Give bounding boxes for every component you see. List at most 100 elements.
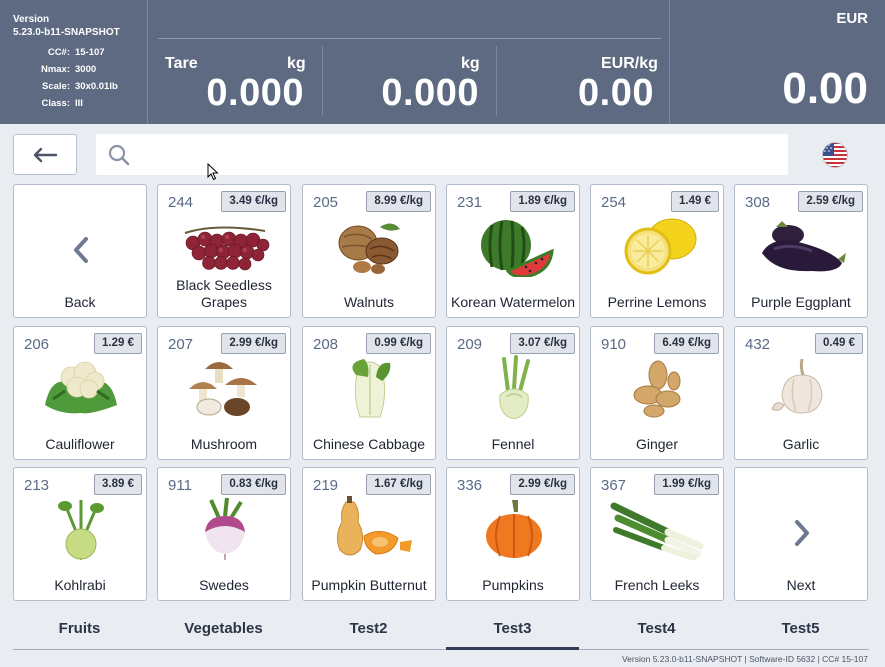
- footer-version: Version 5.23.0-b11-SNAPSHOT | Software-I…: [621, 654, 868, 664]
- product-tile-garlic[interactable]: 432 0.49 € Garlic: [734, 326, 868, 460]
- tab-test5[interactable]: Test5: [734, 620, 867, 650]
- price-badge: 1.67 €/kg: [366, 474, 431, 495]
- product-tile-kohlrabi[interactable]: 213 3.89 € Kohlrabi: [13, 467, 147, 601]
- product-name: Mushroom: [190, 435, 258, 452]
- product-name: Pumpkins: [482, 576, 544, 593]
- tile-label: Back: [64, 293, 96, 310]
- price-badge: 2.99 €/kg: [510, 474, 575, 495]
- arrow-left-icon: [33, 147, 58, 162]
- mushroom-icon: [189, 362, 257, 416]
- plu-number: 432: [745, 336, 771, 353]
- fennel-icon: [499, 355, 530, 419]
- product-name: Garlic: [782, 435, 820, 452]
- plu-number: 209: [457, 336, 483, 353]
- header-divider: [158, 38, 661, 39]
- plu-number: 205: [313, 194, 339, 211]
- product-name: Swedes: [199, 576, 249, 593]
- price-badge: 0.49 €: [815, 333, 863, 354]
- product-name: Chinese Cabbage: [312, 435, 426, 452]
- unit-price-label: EUR/kg: [601, 55, 658, 72]
- price-badge: 1.89 €/kg: [510, 191, 575, 212]
- category-tabs: Fruits Vegetables Test2 Test3 Test4 Test…: [13, 620, 869, 648]
- plu-number: 208: [313, 336, 339, 353]
- unit-price-value: 0.00: [578, 72, 654, 114]
- plu-number: 910: [601, 336, 627, 353]
- leek-icon: [610, 502, 704, 560]
- product-tile-cauliflower[interactable]: 206 1.29 € Cauliflower: [13, 326, 147, 460]
- tab-test4[interactable]: Test4: [590, 620, 723, 650]
- product-tile-mushroom[interactable]: 207 2.99 €/kg Mushroom: [157, 326, 291, 460]
- price-badge: 3.07 €/kg: [510, 333, 575, 354]
- product-tile-fennel[interactable]: 209 3.07 €/kg Fennel: [446, 326, 580, 460]
- version-value: 5.23.0-b11-SNAPSHOT: [13, 27, 120, 38]
- tile-label: Next: [786, 576, 816, 593]
- scale-header: Version 5.23.0-b11-SNAPSHOT CC#: 15-107 N…: [0, 0, 885, 124]
- back-tile[interactable]: Back: [13, 184, 147, 318]
- price-badge: 2.59 €/kg: [798, 191, 863, 212]
- product-tile-swedes[interactable]: 911 0.83 €/kg Swedes: [157, 467, 291, 601]
- weight-unit: kg: [461, 55, 480, 72]
- product-name: Fennel: [491, 435, 535, 452]
- price-badge: 2.99 €/kg: [221, 333, 286, 354]
- price-badge: 3.89 €: [94, 474, 142, 495]
- product-tile-lemons[interactable]: 254 1.49 € Perrine Lemons: [590, 184, 724, 318]
- watermelon-icon: [481, 220, 554, 277]
- product-name: Kohlrabi: [54, 576, 106, 593]
- price-badge: 0.99 €/kg: [366, 333, 431, 354]
- product-tile-watermelon[interactable]: 231 1.89 €/kg Korean Watermelon: [446, 184, 580, 318]
- price-badge: 3.49 €/kg: [221, 191, 286, 212]
- product-tile-walnuts[interactable]: 205 8.99 €/kg Walnuts: [302, 184, 436, 318]
- product-tile-chinese-cabbage[interactable]: 208 0.99 €/kg Chinese Cabbage: [302, 326, 436, 460]
- product-tile-butternut[interactable]: 219 1.67 €/kg Pumpkin Butternut: [302, 467, 436, 601]
- plu-number: 336: [457, 477, 483, 494]
- butternut-icon: [336, 496, 412, 556]
- price-badge: 1.99 €/kg: [654, 474, 719, 495]
- back-button[interactable]: [13, 134, 77, 175]
- scale-info-panel: Version 5.23.0-b11-SNAPSHOT CC#: 15-107 N…: [0, 0, 148, 124]
- product-name: Perrine Lemons: [607, 293, 707, 310]
- next-tile[interactable]: Next: [734, 467, 868, 601]
- version-label: Version: [13, 14, 50, 25]
- chevron-left-icon: [74, 237, 88, 263]
- currency-label: EUR: [836, 10, 868, 27]
- plu-number: 219: [313, 477, 339, 494]
- weight-value: 0.000: [381, 72, 479, 114]
- price-badge: 1.29 €: [94, 333, 142, 354]
- header-separator: [669, 0, 670, 124]
- product-tile-grapes[interactable]: 244 3.49 €/kg Black Seedless Grapes: [157, 184, 291, 318]
- us-flag-icon[interactable]: [822, 142, 848, 168]
- tare-unit: kg: [287, 55, 306, 72]
- tab-vegetables[interactable]: Vegetables: [157, 620, 290, 650]
- grapes-icon: [184, 226, 270, 271]
- product-name: Pumpkin Butternut: [311, 576, 427, 593]
- price-badge: 1.49 €: [671, 191, 719, 212]
- active-tab-indicator: [446, 647, 579, 650]
- plu-number: 308: [745, 194, 771, 211]
- kohlrabi-icon: [58, 500, 104, 560]
- product-name: Walnuts: [343, 293, 395, 310]
- product-tile-leeks[interactable]: 367 1.99 €/kg French Leeks: [590, 467, 724, 601]
- search-input[interactable]: [140, 134, 780, 175]
- product-tile-pumpkins[interactable]: 336 2.99 €/kg Pumpkins: [446, 467, 580, 601]
- pumpkin-icon: [486, 500, 542, 558]
- tare-value: 0.000: [206, 72, 304, 114]
- product-tile-eggplant[interactable]: 308 2.59 €/kg Purple Eggplant: [734, 184, 868, 318]
- tab-test2[interactable]: Test2: [302, 620, 435, 650]
- tab-test3[interactable]: Test3: [446, 620, 579, 650]
- cabbage-icon: [352, 359, 391, 418]
- plu-number: 231: [457, 194, 483, 211]
- header-separator: [496, 46, 497, 116]
- plu-number: 244: [168, 194, 194, 211]
- search-icon: [108, 144, 130, 166]
- ginger-icon: [633, 360, 681, 418]
- plu-number: 911: [168, 477, 192, 494]
- product-name: Purple Eggplant: [751, 293, 851, 310]
- walnuts-icon: [338, 223, 400, 274]
- product-name: Black Seedless Grapes: [176, 277, 272, 310]
- mouse-cursor-icon: [207, 163, 219, 181]
- price-badge: 0.83 €/kg: [221, 474, 286, 495]
- search-bar[interactable]: [96, 134, 788, 175]
- tab-fruits[interactable]: Fruits: [13, 620, 146, 650]
- product-tile-ginger[interactable]: 910 6.49 €/kg Ginger: [590, 326, 724, 460]
- tare-label: Tare: [165, 55, 198, 72]
